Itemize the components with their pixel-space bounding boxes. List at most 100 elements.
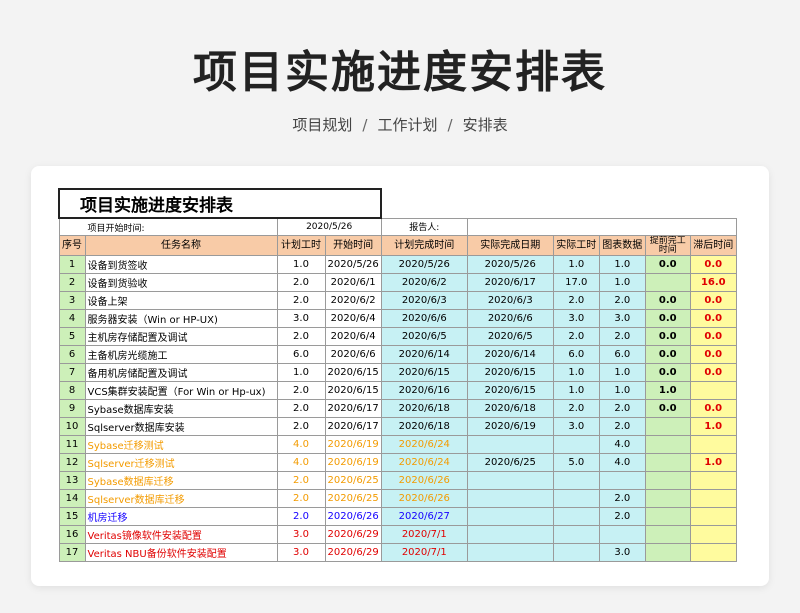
cell-start-date[interactable]: 2020/6/15 bbox=[324, 381, 382, 400]
cell-plan-hours[interactable]: 3.0 bbox=[276, 525, 326, 544]
cell-plan-end[interactable]: 2020/6/26 bbox=[380, 489, 468, 508]
cell-task-name[interactable]: Veritas NBU备份软件安装配置 bbox=[84, 543, 278, 562]
cell-plan-hours[interactable]: 6.0 bbox=[276, 345, 326, 364]
cell-plan-end[interactable]: 2020/6/16 bbox=[380, 381, 468, 400]
cell-task-name[interactable]: Sybase数据库迁移 bbox=[84, 471, 278, 490]
cell-chart-data[interactable]: 2.0 bbox=[598, 507, 646, 526]
cell-start-date[interactable]: 2020/6/19 bbox=[324, 435, 382, 454]
cell-chart-data[interactable]: 2.0 bbox=[598, 327, 646, 346]
cell-start-date[interactable]: 2020/6/1 bbox=[324, 273, 382, 292]
cell-early-time[interactable] bbox=[644, 453, 691, 472]
cell-start-date[interactable]: 2020/6/4 bbox=[324, 327, 382, 346]
cell-plan-hours[interactable]: 4.0 bbox=[276, 453, 326, 472]
cell-plan-end[interactable]: 2020/6/27 bbox=[380, 507, 468, 526]
cell-plan-end[interactable]: 2020/6/18 bbox=[380, 399, 468, 418]
cell-plan-end[interactable]: 2020/6/6 bbox=[380, 309, 468, 328]
cell-task-name[interactable]: Sqlserver数据库安装 bbox=[84, 417, 278, 436]
cell-actual-end[interactable] bbox=[466, 435, 554, 454]
cell-plan-hours[interactable]: 2.0 bbox=[276, 417, 326, 436]
cell-early-time[interactable]: 0.0 bbox=[644, 345, 691, 364]
cell-index[interactable]: 1 bbox=[58, 255, 86, 274]
cell-early-time[interactable]: 0.0 bbox=[644, 327, 691, 346]
cell-plan-hours[interactable]: 4.0 bbox=[276, 435, 326, 454]
cell-plan-hours[interactable]: 2.0 bbox=[276, 399, 326, 418]
cell-chart-data[interactable]: 2.0 bbox=[598, 489, 646, 508]
cell-plan-hours[interactable]: 2.0 bbox=[276, 489, 326, 508]
cell-actual-hours[interactable] bbox=[552, 507, 600, 526]
cell-chart-data[interactable]: 1.0 bbox=[598, 381, 646, 400]
cell-task-name[interactable]: 设备到货签收 bbox=[84, 255, 278, 274]
cell-late-time[interactable]: 16.0 bbox=[689, 273, 737, 292]
cell-late-time[interactable]: 0.0 bbox=[689, 309, 737, 328]
cell-early-time[interactable]: 0.0 bbox=[644, 255, 691, 274]
cell-plan-hours[interactable]: 1.0 bbox=[276, 255, 326, 274]
cell-early-time[interactable] bbox=[644, 507, 691, 526]
cell-actual-hours[interactable]: 3.0 bbox=[552, 417, 600, 436]
cell-index[interactable]: 14 bbox=[58, 489, 86, 508]
cell-late-time[interactable] bbox=[689, 381, 737, 400]
cell-actual-hours[interactable] bbox=[552, 435, 600, 454]
cell-index[interactable]: 15 bbox=[58, 507, 86, 526]
cell-actual-end[interactable]: 2020/6/19 bbox=[466, 417, 554, 436]
cell-actual-hours[interactable]: 2.0 bbox=[552, 291, 600, 310]
cell-late-time[interactable]: 0.0 bbox=[689, 363, 737, 382]
cell-index[interactable]: 17 bbox=[58, 543, 86, 562]
cell-actual-hours[interactable]: 2.0 bbox=[552, 327, 600, 346]
cell-actual-end[interactable] bbox=[466, 525, 554, 544]
cell-actual-end[interactable]: 2020/6/25 bbox=[466, 453, 554, 472]
cell-actual-end[interactable] bbox=[466, 489, 554, 508]
cell-late-time[interactable]: 0.0 bbox=[689, 291, 737, 310]
cell-plan-hours[interactable]: 2.0 bbox=[276, 381, 326, 400]
cell-actual-end[interactable]: 2020/6/14 bbox=[466, 345, 554, 364]
cell-chart-data[interactable]: 1.0 bbox=[598, 255, 646, 274]
cell-task-name[interactable]: Sqlserver数据库迁移 bbox=[84, 489, 278, 508]
cell-chart-data[interactable]: 3.0 bbox=[598, 309, 646, 328]
cell-early-time[interactable]: 0.0 bbox=[644, 291, 691, 310]
cell-index[interactable]: 10 bbox=[58, 417, 86, 436]
cell-late-time[interactable] bbox=[689, 489, 737, 508]
cell-plan-end[interactable]: 2020/5/26 bbox=[380, 255, 468, 274]
cell-late-time[interactable] bbox=[689, 471, 737, 490]
cell-index[interactable]: 12 bbox=[58, 453, 86, 472]
reporter-value[interactable] bbox=[466, 217, 737, 236]
cell-plan-end[interactable]: 2020/6/24 bbox=[380, 453, 468, 472]
cell-actual-end[interactable] bbox=[466, 471, 554, 490]
cell-actual-end[interactable]: 2020/6/5 bbox=[466, 327, 554, 346]
cell-plan-end[interactable]: 2020/6/15 bbox=[380, 363, 468, 382]
cell-chart-data[interactable]: 4.0 bbox=[598, 435, 646, 454]
cell-index[interactable]: 9 bbox=[58, 399, 86, 418]
cell-actual-end[interactable]: 2020/6/18 bbox=[466, 399, 554, 418]
cell-task-name[interactable]: 机房迁移 bbox=[84, 507, 278, 526]
breadcrumb-item[interactable]: 项目规划 bbox=[292, 116, 352, 134]
cell-late-time[interactable]: 0.0 bbox=[689, 255, 737, 274]
cell-start-date[interactable]: 2020/6/26 bbox=[324, 507, 382, 526]
cell-task-name[interactable]: 主备机房光缆施工 bbox=[84, 345, 278, 364]
cell-actual-end[interactable]: 2020/6/15 bbox=[466, 381, 554, 400]
cell-chart-data[interactable] bbox=[598, 525, 646, 544]
cell-late-time[interactable]: 0.0 bbox=[689, 327, 737, 346]
cell-plan-hours[interactable]: 1.0 bbox=[276, 363, 326, 382]
cell-actual-hours[interactable] bbox=[552, 543, 600, 562]
cell-index[interactable]: 8 bbox=[58, 381, 86, 400]
cell-chart-data[interactable] bbox=[598, 471, 646, 490]
cell-start-date[interactable]: 2020/6/4 bbox=[324, 309, 382, 328]
cell-plan-end[interactable]: 2020/6/18 bbox=[380, 417, 468, 436]
cell-late-time[interactable] bbox=[689, 543, 737, 562]
cell-chart-data[interactable]: 1.0 bbox=[598, 273, 646, 292]
cell-plan-hours[interactable]: 2.0 bbox=[276, 471, 326, 490]
cell-actual-hours[interactable]: 3.0 bbox=[552, 309, 600, 328]
cell-late-time[interactable]: 0.0 bbox=[689, 345, 737, 364]
cell-plan-hours[interactable]: 3.0 bbox=[276, 309, 326, 328]
cell-plan-hours[interactable]: 2.0 bbox=[276, 273, 326, 292]
cell-index[interactable]: 6 bbox=[58, 345, 86, 364]
cell-index[interactable]: 16 bbox=[58, 525, 86, 544]
cell-late-time[interactable]: 0.0 bbox=[689, 399, 737, 418]
cell-actual-end[interactable] bbox=[466, 507, 554, 526]
cell-chart-data[interactable]: 4.0 bbox=[598, 453, 646, 472]
cell-task-name[interactable]: 主机房存储配置及调试 bbox=[84, 327, 278, 346]
cell-late-time[interactable] bbox=[689, 507, 737, 526]
cell-early-time[interactable] bbox=[644, 489, 691, 508]
cell-late-time[interactable] bbox=[689, 525, 737, 544]
cell-actual-end[interactable]: 2020/6/17 bbox=[466, 273, 554, 292]
cell-task-name[interactable]: 设备上架 bbox=[84, 291, 278, 310]
